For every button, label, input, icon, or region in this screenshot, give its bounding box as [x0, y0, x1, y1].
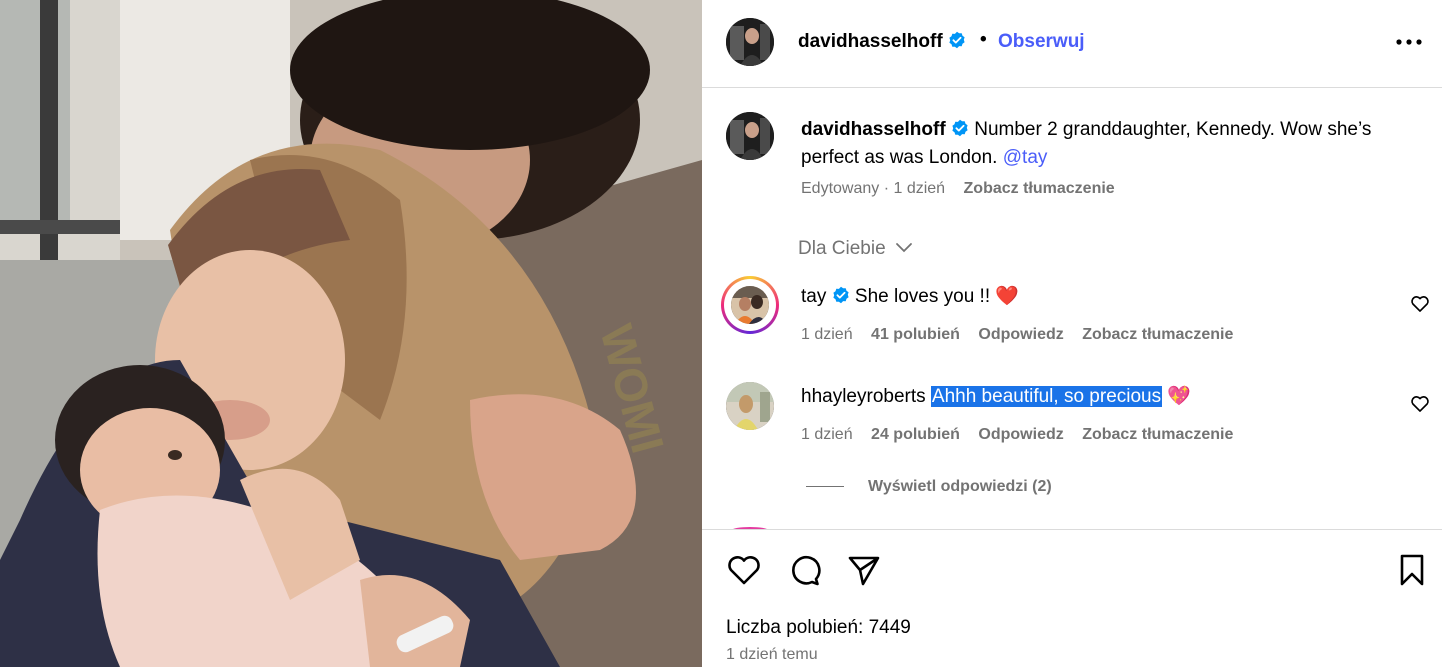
- view-replies-label: Wyświetl odpowiedzi (2): [868, 478, 1052, 495]
- comment-text: hhayleyroberts Ahhh beautiful, so precio…: [801, 384, 1191, 410]
- see-translation-button[interactable]: Zobacz tłumaczenie: [1082, 426, 1233, 443]
- sort-label: Dla Ciebie: [798, 238, 886, 259]
- bookmark-icon[interactable]: [1394, 552, 1430, 588]
- likes-count[interactable]: Liczba polubień: 7449: [726, 617, 911, 639]
- post-actions-bar: Liczba polubień: 7449 1 dzień temu: [702, 529, 1442, 667]
- caption-author-avatar[interactable]: [726, 112, 774, 160]
- verified-icon: [832, 286, 850, 304]
- replies-divider-line: [806, 486, 844, 488]
- caption-username[interactable]: davidhasselhoff: [801, 119, 946, 140]
- reply-button[interactable]: Odpowiedz: [978, 326, 1063, 343]
- comment-time: 1 dzień: [801, 326, 853, 343]
- comment-likes[interactable]: 24 polubień: [871, 426, 960, 443]
- avatar-image: [726, 18, 774, 66]
- author-username[interactable]: davidhasselhoff: [798, 31, 966, 53]
- comment-like-heart-icon[interactable]: [1410, 294, 1430, 314]
- more-horizontal-icon[interactable]: [1394, 30, 1424, 54]
- follow-button[interactable]: Obserwuj: [998, 31, 1085, 53]
- caption-see-translation[interactable]: Zobacz tłumaczenie: [964, 180, 1115, 197]
- caption-edited-time: Edytowany · 1 dzień: [801, 180, 946, 197]
- see-translation-button[interactable]: Zobacz tłumaczenie: [1082, 326, 1233, 343]
- verified-icon: [948, 31, 966, 49]
- family-photo-illustration: WOMI: [0, 0, 702, 667]
- commenter-avatar[interactable]: [726, 382, 774, 430]
- post-header: davidhasselhoff • Obserwuj: [702, 0, 1442, 88]
- comment-like-heart-icon[interactable]: [1410, 394, 1430, 414]
- caption-mention-link[interactable]: @tay: [1003, 147, 1048, 168]
- post-time: 1 dzień temu: [726, 646, 818, 663]
- commenter-avatar[interactable]: [731, 286, 769, 324]
- caption-meta: Edytowany · 1 dzień Zobacz tłumaczenie: [801, 180, 1115, 198]
- comment-meta: 1 dzień 41 polubień Odpowiedz Zobacz tłu…: [801, 326, 1247, 344]
- heart-emoji: 💖: [1167, 386, 1192, 407]
- author-avatar[interactable]: [726, 18, 774, 66]
- comment-likes[interactable]: 41 polubień: [871, 326, 960, 343]
- heart-icon[interactable]: [726, 552, 762, 588]
- chevron-down-icon: [895, 238, 913, 253]
- avatar-image: [726, 382, 774, 430]
- heart-emoji: ❤️: [995, 286, 1020, 307]
- avatar-image: [731, 286, 769, 324]
- comment-username[interactable]: hhayleyroberts: [801, 386, 926, 407]
- comments-sort-dropdown[interactable]: Dla Ciebie: [798, 238, 913, 260]
- comment-icon[interactable]: [786, 552, 822, 588]
- verified-icon: [951, 119, 969, 137]
- post-photo[interactable]: WOMI: [0, 0, 702, 667]
- caption-text: davidhasselhoff Number 2 granddaughter, …: [801, 116, 1401, 172]
- reply-button[interactable]: Odpowiedz: [978, 426, 1063, 443]
- comment-time: 1 dzień: [801, 426, 853, 443]
- comment-body-selected: Ahhh beautiful, so precious: [930, 386, 1163, 407]
- comment-text: tay She loves you !! ❤️: [801, 284, 1019, 310]
- comment-body: She loves you !!: [854, 286, 991, 307]
- comment-meta: 1 dzień 24 polubień Odpowiedz Zobacz tłu…: [801, 426, 1247, 444]
- avatar-image: [726, 112, 774, 160]
- comment-username[interactable]: tay: [801, 286, 826, 307]
- author-username-text[interactable]: davidhasselhoff: [798, 31, 943, 52]
- post-details-panel: davidhasselhoff • Obserwuj davidhasselho…: [702, 0, 1442, 667]
- send-icon[interactable]: [846, 552, 882, 588]
- separator-dot: •: [980, 29, 987, 50]
- view-replies-button[interactable]: Wyświetl odpowiedzi (2): [806, 478, 1052, 496]
